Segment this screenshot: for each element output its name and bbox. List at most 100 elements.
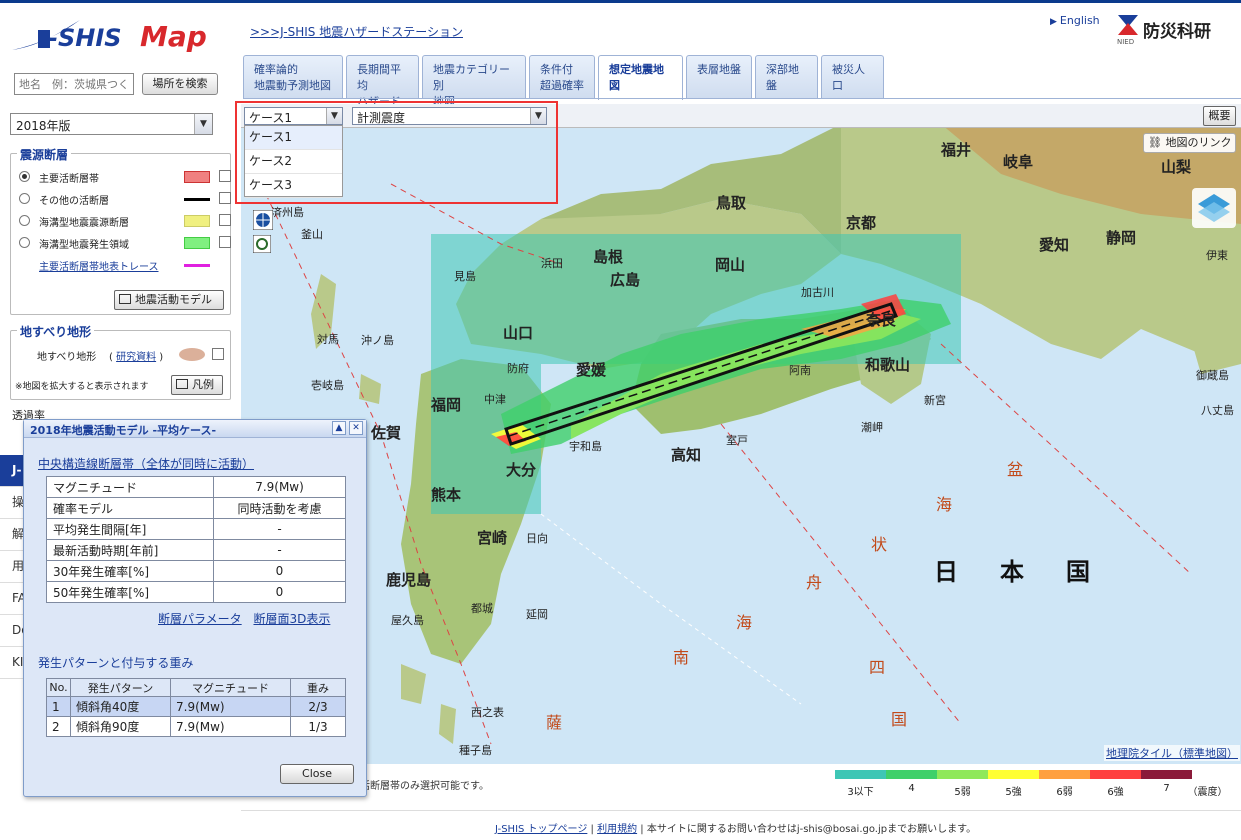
map-label: 佐賀 bbox=[371, 424, 402, 442]
minimize-icon[interactable]: ▲ bbox=[332, 421, 346, 435]
footer-terms-link[interactable]: 利用規約 bbox=[597, 824, 637, 835]
table-row: 50年発生確率[%] 0 bbox=[46, 581, 346, 603]
map-label: 宇和島 bbox=[569, 440, 602, 453]
fault-info-table: マグニチュード 7.9(Mw) 確率モデル 同時活動を考慮 平均発生間隔[年] - 最… bbox=[46, 476, 346, 603]
map-label: 都城 bbox=[471, 602, 493, 615]
checkbox-other-fault[interactable] bbox=[219, 192, 231, 204]
map-label: 浜田 bbox=[541, 257, 563, 270]
legend-label: 4 bbox=[908, 783, 915, 794]
table-row[interactable]: 2 傾斜角90度 7.9(Mw) 1/3 bbox=[46, 716, 346, 737]
year-select[interactable]: 2018年版 ▼ bbox=[10, 113, 213, 135]
left-menu-item[interactable]: FA bbox=[0, 583, 26, 615]
map-label: 伊東 bbox=[1206, 249, 1228, 262]
close-icon[interactable]: ✕ bbox=[349, 421, 363, 435]
dialog-title[interactable]: 2018年地震活動モデル -平均ケース- bbox=[24, 420, 366, 438]
map-label: 宮崎 bbox=[477, 529, 508, 547]
radio-major-fault[interactable] bbox=[19, 171, 30, 182]
legend-label: 6強 bbox=[1107, 787, 1124, 798]
fault-name-link[interactable]: 中央構造線断層帯（全体が同時に活動） bbox=[38, 455, 254, 472]
place-search-button[interactable]: 場所を検索 bbox=[142, 73, 218, 95]
fault-trace-link[interactable]: 主要活断層帯地表トレース bbox=[39, 258, 159, 273]
org-name: 防災科研 bbox=[1143, 22, 1211, 42]
fault-row-trench-area[interactable]: 海溝型地震発生領域 bbox=[19, 235, 231, 251]
tab-category-map[interactable]: 地震カテゴリー別 地図 bbox=[422, 55, 526, 108]
radio-other-fault[interactable] bbox=[19, 193, 30, 204]
seismic-model-dialog: 2018年地震活動モデル -平均ケース- ▲ ✕ 中央構造線断層帯（全体が同時に… bbox=[23, 419, 367, 797]
pattern-mag: 7.9(Mw) bbox=[170, 716, 291, 737]
sea-label: 南 bbox=[673, 648, 690, 667]
radio-trench-area[interactable] bbox=[19, 237, 30, 248]
tab-conditional-probability[interactable]: 条件付 超過確率 bbox=[529, 55, 595, 99]
row-value: - bbox=[213, 518, 346, 540]
left-menu-item[interactable]: 操 bbox=[0, 487, 25, 519]
radio-trench-fault[interactable] bbox=[19, 215, 30, 226]
gsi-tile-link[interactable]: 地理院タイル（標準地図） bbox=[1104, 745, 1240, 761]
map-label: 愛知 bbox=[1039, 236, 1070, 254]
map-label: 静岡 bbox=[1106, 229, 1137, 247]
row-value: 同時活動を考慮 bbox=[213, 497, 346, 519]
globe-icon[interactable] bbox=[253, 210, 273, 230]
fault-row-major[interactable]: 主要活断層帯 bbox=[19, 169, 231, 185]
map-label: 潮岬 bbox=[861, 421, 883, 434]
fault-row-other[interactable]: その他の活断層 bbox=[19, 191, 231, 207]
map-link-button[interactable]: ⛓ 地図のリンク bbox=[1143, 133, 1236, 153]
checkbox-landslide[interactable] bbox=[212, 348, 224, 360]
fault-row-trench[interactable]: 海溝型地震震源断層 bbox=[19, 213, 231, 229]
map-label: 屋久島 bbox=[391, 614, 424, 627]
fault-row-trace: 主要活断層帯地表トレース bbox=[19, 257, 229, 273]
row-label: 平均発生間隔[年] bbox=[46, 518, 214, 540]
chevron-down-icon: ▼ bbox=[194, 114, 212, 134]
english-link[interactable]: ▶ English bbox=[1050, 14, 1100, 27]
col-header: マグニチュード bbox=[170, 678, 291, 697]
left-menu-item[interactable]: 解 bbox=[0, 519, 25, 551]
refresh-icon[interactable] bbox=[253, 235, 271, 253]
table-row[interactable]: 1 傾斜角40度 7.9(Mw) 2/3 bbox=[46, 696, 346, 717]
pattern-no: 1 bbox=[46, 696, 71, 717]
jshis-logo[interactable]: -SHIS Map bbox=[10, 12, 235, 58]
col-header: 重み bbox=[290, 678, 346, 697]
left-menu-item[interactable]: 用 bbox=[0, 551, 25, 583]
row-label: マグニチュード bbox=[46, 476, 214, 498]
tab-scenario-map[interactable]: 想定地震地図 bbox=[598, 55, 683, 100]
pattern-no: 2 bbox=[46, 716, 71, 737]
left-menu-item[interactable]: KI bbox=[0, 647, 25, 679]
tab-deep-ground[interactable]: 深部地盤 bbox=[755, 55, 818, 99]
summary-button[interactable]: 概要 bbox=[1203, 106, 1236, 126]
legend-button[interactable]: 凡例 bbox=[171, 375, 223, 395]
pattern-table: No. 発生パターン マグニチュード 重み 1 傾斜角40度 7.9(Mw) 2… bbox=[46, 678, 346, 737]
org-abbr: NIED bbox=[1117, 38, 1135, 46]
swatch-trace bbox=[184, 264, 210, 267]
map-label: 山梨 bbox=[1161, 158, 1192, 176]
legend-swatch bbox=[1039, 770, 1090, 779]
window-icon bbox=[176, 379, 188, 389]
checkbox-trench-fault[interactable] bbox=[219, 214, 231, 226]
row-value: 0 bbox=[213, 560, 346, 582]
map-label: 和歌山 bbox=[865, 356, 911, 374]
checkbox-trench-area[interactable] bbox=[219, 236, 231, 248]
tab-affected-population[interactable]: 被災人口 bbox=[821, 55, 884, 99]
tab-long-term-hazard[interactable]: 長期間平均 ハザード bbox=[346, 55, 419, 108]
col-header: 発生パターン bbox=[70, 678, 171, 697]
checkbox-major-fault[interactable] bbox=[219, 170, 231, 182]
sea-label: 状 bbox=[871, 535, 888, 554]
fault-3d-link[interactable]: 断層面3D表示 bbox=[253, 612, 330, 626]
legend-label: 5弱 bbox=[954, 787, 971, 798]
seismic-model-button[interactable]: 地震活動モデル bbox=[114, 290, 224, 310]
fault-param-link[interactable]: 断層パラメータ bbox=[158, 612, 242, 626]
tab-probabilistic-map[interactable]: 確率論的 地震動予測地図 bbox=[243, 55, 343, 99]
swatch-other-fault bbox=[184, 198, 210, 201]
footer-top-link[interactable]: J-SHIS トップページ bbox=[495, 824, 587, 835]
layers-icon[interactable] bbox=[1192, 188, 1236, 228]
left-menu-item[interactable]: J- bbox=[0, 455, 25, 487]
english-label: English bbox=[1059, 14, 1100, 27]
close-button[interactable]: Close bbox=[280, 764, 354, 784]
map-label: 八丈島 bbox=[1201, 404, 1234, 417]
fault-links: 断層パラメータ 断層面3D表示 bbox=[158, 610, 338, 627]
place-search-input[interactable] bbox=[14, 73, 134, 95]
tab-surface-ground[interactable]: 表層地盤 bbox=[686, 55, 752, 99]
map-label: 高知 bbox=[671, 446, 702, 464]
left-menu-item[interactable]: Do bbox=[0, 615, 29, 647]
hazard-station-link[interactable]: >>>J-SHIS 地震ハザードステーション bbox=[250, 23, 463, 40]
map-label: 沖ノ島 bbox=[361, 334, 394, 347]
research-link[interactable]: 研究資料 bbox=[116, 352, 156, 363]
